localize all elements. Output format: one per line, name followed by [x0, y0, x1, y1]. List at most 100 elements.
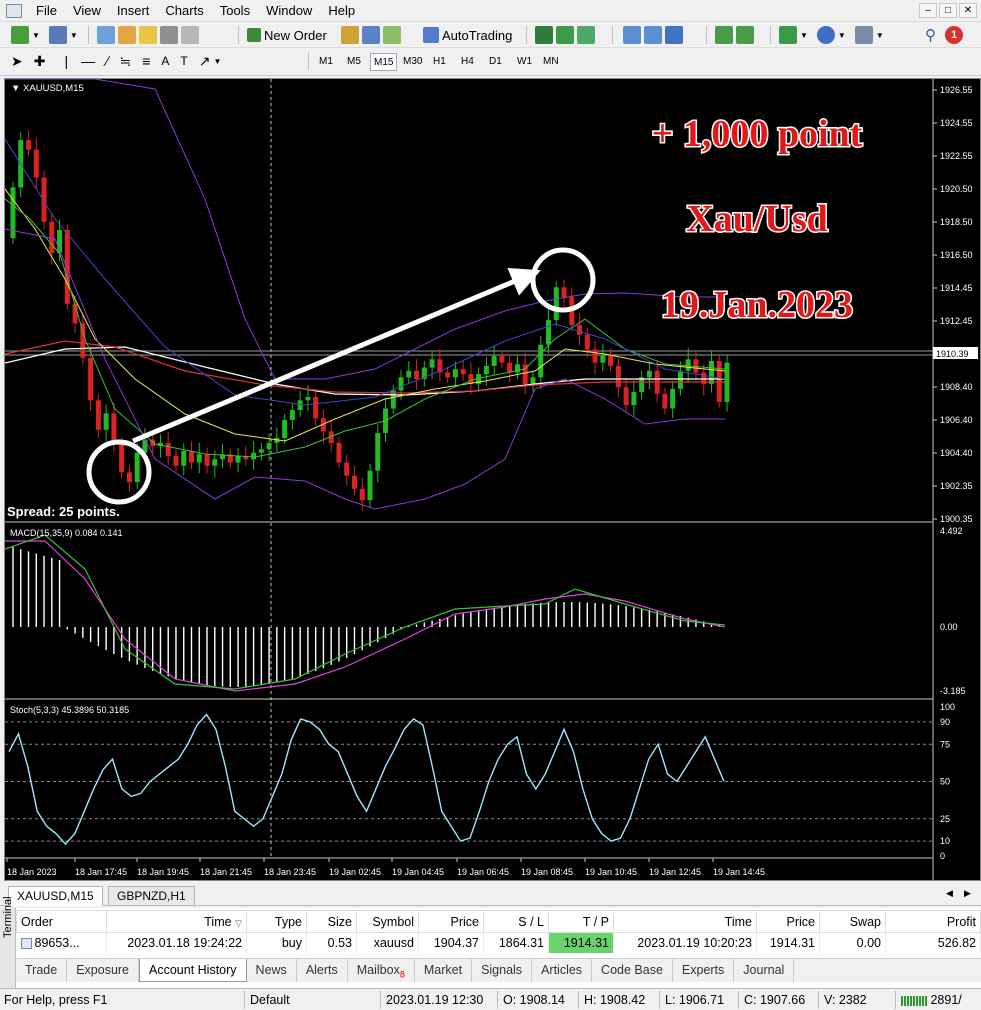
terminal-tab-journal[interactable]: Journal: [734, 959, 795, 982]
menu-insert[interactable]: Insert: [109, 0, 158, 22]
navigator-icon[interactable]: [118, 26, 136, 44]
strategy-tester-icon[interactable]: [181, 26, 199, 44]
bar-chart-icon[interactable]: [535, 26, 553, 44]
col-sl[interactable]: S / L: [483, 910, 549, 933]
symbol-label: ▼ XAUUSD,M15: [11, 83, 84, 94]
vertical-line-icon[interactable]: |: [64, 53, 68, 69]
timeframe-w1[interactable]: W1: [514, 53, 535, 71]
candle-bull: [631, 392, 637, 406]
col-profit[interactable]: Profit: [885, 910, 981, 933]
candle-bull: [235, 455, 241, 463]
trendline-icon[interactable]: ∕: [106, 53, 108, 69]
timeframe-m30[interactable]: M30: [400, 53, 425, 71]
new-order-button[interactable]: New Order: [244, 24, 330, 46]
candle-bull: [429, 359, 435, 368]
table-row[interactable]: 89653... 2023.01.18 19:24:22 buy 0.53 xa…: [16, 932, 981, 953]
terminal-icon[interactable]: [160, 26, 178, 44]
terminal-tab-articles[interactable]: Articles: [532, 959, 593, 982]
scroll-left-icon[interactable]: ◀: [946, 888, 953, 899]
terminal-tab-mailbox[interactable]: Mailbox8: [348, 959, 415, 982]
menu-charts[interactable]: Charts: [157, 0, 211, 22]
candle-bear: [344, 462, 350, 476]
notification-badge[interactable]: 1: [945, 26, 963, 44]
col-close-price[interactable]: Price: [756, 910, 820, 933]
zoom-in-icon[interactable]: [623, 26, 641, 44]
autotrading-button[interactable]: AutoTrading: [420, 24, 515, 46]
col-type[interactable]: Type: [246, 910, 307, 933]
chart-tab-gbpnzd[interactable]: GBPNZD,H1: [108, 886, 195, 906]
market-watch-icon[interactable]: [97, 26, 115, 44]
col-price[interactable]: Price: [418, 910, 484, 933]
restore-icon[interactable]: □: [939, 3, 957, 18]
fibonacci-icon[interactable]: ≡: [142, 53, 150, 69]
terminal-tab-news[interactable]: News: [247, 959, 297, 982]
new-chart-icon[interactable]: [11, 26, 29, 44]
price-chart[interactable]: 1926.55 1924.55 1922.55 1920.50 1918.50 1916.…: [5, 79, 980, 880]
wifi-icon[interactable]: [383, 26, 401, 44]
candlestick-icon[interactable]: [556, 26, 574, 44]
minimize-icon[interactable]: –: [919, 3, 937, 18]
terminal-tab-alerts[interactable]: Alerts: [297, 959, 348, 982]
chart-window[interactable]: 1926.55 1924.55 1922.55 1920.50 1918.50 1916.…: [4, 78, 981, 881]
timeframe-h4[interactable]: H4: [458, 53, 477, 71]
price-tick-label: 1912.45: [940, 316, 973, 326]
horizontal-line-icon[interactable]: —: [81, 53, 95, 69]
close-icon[interactable]: ✕: [959, 3, 977, 18]
terminal-tab-signals[interactable]: Signals: [472, 959, 533, 982]
arrows-icon[interactable]: ↗: [199, 53, 211, 70]
text-icon[interactable]: A: [161, 54, 169, 68]
indicators-icon[interactable]: [779, 26, 797, 44]
terminal-tab-market[interactable]: Market: [415, 959, 473, 982]
col-order[interactable]: Order: [16, 910, 107, 933]
status-profile[interactable]: Default: [250, 992, 290, 1008]
periods-icon[interactable]: [816, 26, 835, 44]
cursor-icon[interactable]: ➤: [11, 53, 23, 70]
profiles-icon[interactable]: [48, 26, 67, 44]
menu-file[interactable]: File: [28, 0, 65, 22]
menu-window[interactable]: Window: [258, 0, 320, 22]
search-icon[interactable]: ⚲: [925, 26, 936, 44]
cell-profit: 526.82: [885, 932, 981, 953]
timeframe-m15[interactable]: M15: [370, 53, 398, 71]
terminal-tab-account-history[interactable]: Account History: [139, 959, 247, 982]
menu-tools[interactable]: Tools: [212, 0, 258, 22]
col-symbol[interactable]: Symbol: [356, 910, 419, 933]
chart-tab-xauusd[interactable]: XAUUSD,M15: [8, 886, 103, 906]
toolbar-group-chart-type: [532, 24, 598, 46]
menu-help[interactable]: Help: [320, 0, 363, 22]
line-chart-icon[interactable]: [577, 26, 595, 44]
col-tp[interactable]: T / P: [548, 910, 614, 933]
favorites-icon[interactable]: [139, 26, 157, 44]
toolbar-group-windows: [94, 24, 202, 46]
timeframe-m1[interactable]: M1: [316, 53, 336, 71]
col-close-time[interactable]: Time: [613, 910, 757, 933]
candle-bull: [375, 433, 381, 471]
terminal-tab-trade[interactable]: Trade: [16, 959, 68, 982]
timeframe-d1[interactable]: D1: [486, 53, 505, 71]
annotation-symbol: Xau/Usd: [686, 198, 828, 240]
crosshair-icon[interactable]: ✚: [34, 53, 46, 70]
chart-shift-icon[interactable]: [736, 26, 754, 44]
col-open-time[interactable]: Time ▽: [106, 910, 247, 933]
text-label-icon[interactable]: T: [180, 54, 187, 68]
terminal-tab-exposure[interactable]: Exposure: [67, 959, 140, 982]
terminal-tab-experts[interactable]: Experts: [673, 959, 735, 982]
timeframe-mn[interactable]: MN: [540, 53, 562, 71]
terminal-tab-code-base[interactable]: Code Base: [592, 959, 673, 982]
templates-icon[interactable]: [854, 26, 873, 44]
zoom-out-icon[interactable]: [644, 26, 662, 44]
gold-icon[interactable]: [341, 26, 359, 44]
scroll-right-icon[interactable]: ▶: [964, 888, 971, 899]
cell-symbol: xauusd: [356, 932, 419, 953]
timeframe-m5[interactable]: M5: [344, 53, 364, 71]
channel-icon[interactable]: ≒: [119, 53, 131, 70]
col-swap[interactable]: Swap: [819, 910, 886, 933]
signals-icon[interactable]: [362, 26, 380, 44]
toolbar-group-search: ⚲ 1: [922, 24, 966, 46]
col-size[interactable]: Size: [306, 910, 357, 933]
tile-windows-icon[interactable]: [665, 26, 683, 44]
menu-view[interactable]: View: [65, 0, 109, 22]
auto-scroll-icon[interactable]: [715, 26, 733, 44]
candle-bear: [584, 334, 590, 350]
timeframe-h1[interactable]: H1: [430, 53, 449, 71]
